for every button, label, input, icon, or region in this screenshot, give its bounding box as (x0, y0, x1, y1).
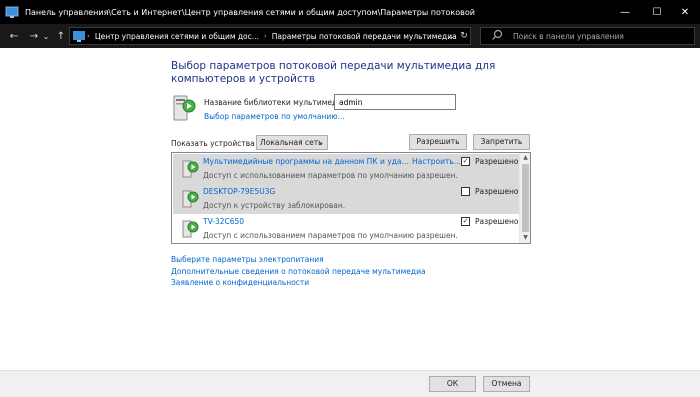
scroll-down-icon[interactable]: ▼ (520, 233, 531, 243)
media-device-icon (181, 218, 201, 240)
device-name[interactable]: Мультимедийные программы на данном ПК и … (203, 157, 409, 166)
device-row-tv[interactable]: TV-32C650 Доступ с использованием параме… (173, 214, 519, 244)
location-icon (72, 29, 86, 43)
page-title: Выбор параметров потоковой передачи муль… (171, 60, 496, 85)
allow-all-button[interactable]: Разрешить все (409, 134, 467, 160)
allow-checkbox[interactable] (461, 187, 470, 196)
device-row-local-programs[interactable]: Мультимедийные программы на данном ПК и … (173, 154, 519, 184)
refresh-button[interactable]: ↻ (458, 24, 470, 48)
show-devices-select[interactable]: Локальная сеть ⌄ (256, 135, 328, 150)
scroll-up-icon[interactable]: ▲ (520, 153, 531, 163)
library-name-input[interactable] (334, 94, 456, 110)
defaults-link[interactable]: Выбор параметров по умолчанию... (204, 112, 345, 121)
breadcrumb-network-center[interactable]: Центр управления сетями и общим дос... (91, 32, 263, 41)
device-description: Доступ с использованием параметров по ум… (203, 231, 458, 240)
device-row-desktop[interactable]: DESKTOP-79E5U3G Доступ к устройству забл… (173, 184, 519, 214)
device-name[interactable]: DESKTOP-79E5U3G (203, 187, 275, 196)
window-title: Панель управления\Сеть и Интернет\Центр … (25, 7, 475, 17)
address-bar[interactable]: › Центр управления сетями и общим дос...… (69, 27, 471, 45)
allow-checkbox-label: Разрешено (475, 217, 519, 226)
control-panel-icon (5, 5, 19, 19)
ok-button[interactable]: ОК (429, 376, 476, 392)
privacy-link[interactable]: Заявление о конфиденциальности (171, 278, 309, 287)
configure-link[interactable]: Настроить... (412, 157, 461, 166)
address-dropdown-button[interactable]: ⌄ (446, 24, 456, 48)
allow-checkbox[interactable]: ✓ (461, 217, 470, 226)
device-description: Доступ к устройству заблокирован. (203, 201, 346, 210)
content-area: Выбор параметров потоковой передачи муль… (0, 48, 700, 370)
media-program-icon (181, 158, 201, 180)
chevron-down-icon: ⌄ (318, 138, 324, 146)
forward-button[interactable]: → (26, 24, 42, 48)
library-name-label: Название библиотеки мультимедиа: (204, 98, 350, 107)
media-library-icon (171, 93, 197, 123)
device-name[interactable]: TV-32C650 (203, 217, 244, 226)
more-info-link[interactable]: Дополнительные сведения о потоковой пере… (171, 267, 426, 276)
computer-icon (181, 188, 201, 210)
back-button[interactable]: ← (6, 24, 22, 48)
minimize-button[interactable]: — (610, 0, 640, 24)
search-input[interactable]: Поиск в панели управления (480, 27, 695, 45)
device-list-scrollbar[interactable]: ▲ ▼ (519, 153, 530, 243)
show-devices-value: Локальная сеть (260, 138, 323, 147)
device-list: Мультимедийные программы на данном ПК и … (171, 152, 531, 244)
breadcrumb-streaming-options[interactable]: Параметры потоковой передачи мультимедиа (268, 32, 461, 41)
power-options-link[interactable]: Выберите параметры электропитания (171, 255, 324, 264)
close-button[interactable]: ✕ (670, 0, 700, 24)
allow-checkbox-label: Разрешено (475, 157, 519, 166)
allow-checkbox-label: Разрешено (475, 187, 519, 196)
maximize-button[interactable]: ☐ (642, 0, 672, 24)
recent-pages-button[interactable]: ⌄ (41, 24, 51, 48)
block-all-button[interactable]: Запретить все (473, 134, 530, 160)
up-button[interactable]: ↑ (53, 24, 69, 48)
show-devices-label: Показать устройства на: (171, 139, 270, 148)
magnifier-icon (491, 29, 505, 43)
search-placeholder: Поиск в панели управления (513, 31, 624, 41)
title-bar: Панель управления\Сеть и Интернет\Центр … (0, 0, 700, 24)
cancel-button[interactable]: Отмена (483, 376, 530, 392)
device-description: Доступ с использованием параметров по ум… (203, 171, 458, 180)
dialog-footer: ОК Отмена (0, 370, 700, 397)
scroll-thumb[interactable] (522, 164, 529, 232)
allow-checkbox[interactable]: ✓ (461, 157, 470, 166)
